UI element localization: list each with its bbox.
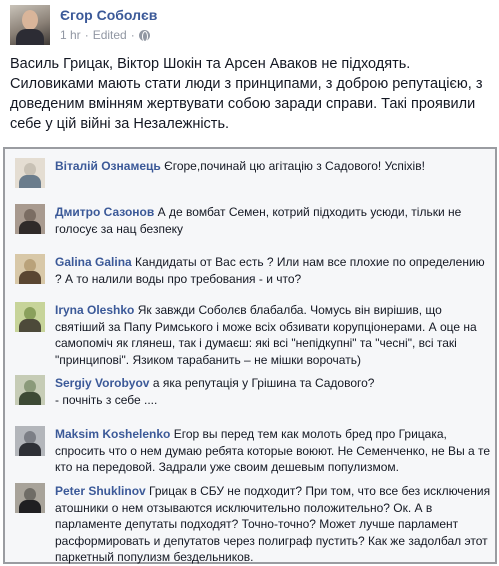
post-text: Василь Грицак, Віктор Шокін та Арсен Ава… (10, 56, 483, 132)
globe-icon[interactable] (138, 29, 150, 42)
comment-body: Дмитро Сазонов А де вомбат Семен, котрий… (55, 204, 493, 237)
avatar-body-shape (19, 175, 41, 188)
avatar-body-shape (16, 29, 44, 45)
commenter-name-link[interactable]: Sergiy Vorobyov (55, 376, 149, 390)
commenter-avatar[interactable] (15, 375, 45, 405)
comment-text-line: - почніть з себе .... (55, 392, 158, 407)
commenter-name-link[interactable]: Galina Galina (55, 255, 132, 269)
commenter-avatar[interactable] (15, 426, 45, 456)
edited-link[interactable]: Edited (93, 28, 127, 42)
comment-body: Sergiy Vorobyov а яка репутація у Грішин… (55, 375, 493, 408)
post-time-link[interactable]: 1 hr (60, 28, 81, 42)
commenter-name-link[interactable]: Iryna Oleshko (55, 303, 134, 317)
post-header: Єгор Соболєв 1 hr · Edited · (10, 5, 490, 47)
comment-text: Єгоре,починай цю агітацію з Садового! Ус… (164, 159, 425, 173)
avatar-head-shape (22, 10, 38, 30)
comment-body: Віталій Ознамець Єгоре,починай цю агітац… (55, 158, 493, 175)
commenter-name-link[interactable]: Peter Shuklinov (55, 484, 146, 498)
comment-body: Peter Shuklinov Грицак в СБУ не подходит… (55, 483, 493, 566)
avatar-body-shape (19, 500, 41, 513)
comment-body: Galina Galina Кандидаты от Вас есть ? Ил… (55, 254, 493, 287)
comment-text: а яка репутація у Грішина та Садового? (152, 376, 375, 390)
commenter-name-link[interactable]: Віталій Ознамець (55, 159, 161, 173)
avatar-body-shape (19, 221, 41, 234)
avatar-body-shape (19, 319, 41, 332)
commenter-avatar[interactable] (15, 158, 45, 188)
meta-separator: · (84, 28, 89, 42)
avatar-body-shape (19, 443, 41, 456)
author-avatar[interactable] (10, 5, 50, 45)
avatar-body-shape (19, 392, 41, 405)
comment-body: Maksim Koshelenko Егор вы перед тем как … (55, 426, 493, 476)
author-name-link[interactable]: Єгор Соболєв (60, 7, 157, 23)
commenter-avatar[interactable] (15, 204, 45, 234)
meta-separator: · (130, 28, 135, 42)
post-meta: 1 hr · Edited · (60, 28, 150, 42)
commenter-name-link[interactable]: Дмитро Сазонов (55, 205, 154, 219)
commenter-name-link[interactable]: Maksim Koshelenko (55, 427, 170, 441)
comment-body: Iryna Oleshko Як завжди Соболєв блабалба… (55, 302, 493, 368)
comments-section: Віталій Ознамець Єгоре,починай цю агітац… (3, 147, 497, 564)
commenter-avatar[interactable] (15, 254, 45, 284)
commenter-avatar[interactable] (15, 483, 45, 513)
commenter-avatar[interactable] (15, 302, 45, 332)
avatar-body-shape (19, 271, 41, 284)
